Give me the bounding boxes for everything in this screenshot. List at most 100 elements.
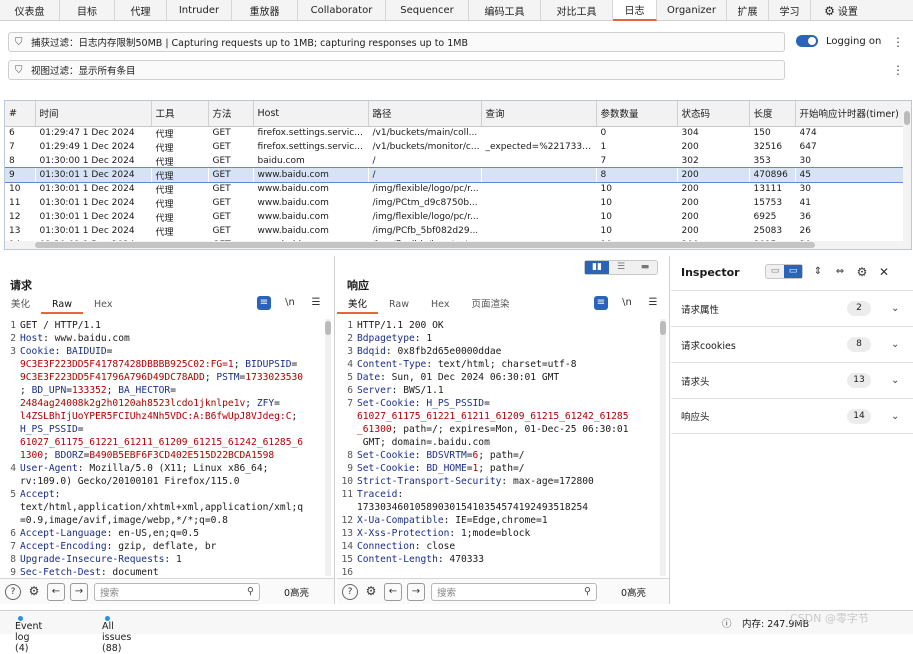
table-row[interactable]: 6 01:29:47 1 Dec 2024 代理 GET firefox.setting… [5,126,910,140]
response-editor[interactable]: 1 HTTP/1.1 200 OK 2 Bdpagetype: 1 3 Bdqid: 0x… [337,319,657,576]
column-header[interactable]: # [5,101,36,127]
section-response-headers[interactable]: 响应头 14 ⌄ [671,398,913,434]
logging-toggle[interactable] [796,35,818,47]
message-actions-icon[interactable]: ≡ [594,296,608,310]
search-input[interactable]: 搜索 ⚲ [94,582,260,601]
section-request-cookies[interactable]: 请求cookies 8 ⌄ [671,326,913,362]
table-cell: 12 [9,212,21,222]
tab-collaborator[interactable]: Collaborator [298,0,386,21]
tab-hex[interactable]: Hex [420,298,460,314]
chevron-down-icon[interactable]: ⌄ [891,411,899,422]
chevron-down-icon[interactable]: ⌄ [891,339,899,350]
previous-match-button[interactable]: ← [47,582,65,601]
gear-icon[interactable]: ⚙ [855,265,869,279]
column-header[interactable]: 开始响应计时器(timer) [795,101,911,127]
single-layout-icon[interactable]: ▬ [633,261,657,274]
all-issues-link[interactable]: All issues (88) [102,616,131,654]
help-icon[interactable]: ? [5,583,21,600]
column-header[interactable]: 工具 [151,101,209,127]
table-cell [481,182,596,196]
tab-target[interactable]: 目标 [60,0,115,21]
column-header[interactable]: 时间 [35,101,152,127]
next-match-button[interactable]: → [70,582,88,601]
logging-label: Logging on [826,36,882,47]
capture-filter-bar[interactable]: ⛉ 捕获过滤：日志内存限制50MB | Capturing requests u… [8,32,785,52]
close-icon[interactable]: ✕ [877,265,891,279]
column-header[interactable]: 路径 [368,101,482,127]
more-options-icon[interactable]: ⋮ [892,35,904,49]
tab-dashboard[interactable]: 仪表盘 [0,0,60,21]
view-filter-bar[interactable]: ⛉ 视图过滤：显示所有条目 [8,60,785,80]
inspector-layout-toggle[interactable]: ▭ ▭ [765,264,803,279]
column-header[interactable]: 长度 [749,101,796,127]
tab-pretty[interactable]: 美化 [0,298,41,314]
table-cell: 10 [600,198,612,208]
code-token: = [291,359,298,370]
table-row[interactable]: 13 01:30:01 1 Dec 2024 代理 GET www.baidu.com /… [5,224,910,238]
search-input[interactable]: 搜索 ⚲ [431,582,597,601]
tab-comparer[interactable]: 对比工具 [541,0,613,21]
settings-button[interactable]: ⚙ 设置 [811,0,871,21]
tab-intruder[interactable]: Intruder [167,0,232,21]
layout-left-icon[interactable]: ▭ [766,265,784,278]
response-scrollbar[interactable] [660,319,666,576]
table-cell: 代理 [155,129,174,140]
table-row[interactable]: 12 01:30:01 1 Dec 2024 代理 GET www.baidu.com /… [5,210,910,224]
layout-right-icon[interactable]: ▭ [784,265,802,278]
code-token: : www.baidu.com [43,333,130,344]
chevron-down-icon[interactable]: ⌄ [891,303,899,314]
tab-decoder[interactable]: 编码工具 [469,0,541,21]
previous-match-button[interactable]: ← [384,582,402,601]
event-log-link[interactable]: Event log (4) [15,616,42,654]
expand-icon[interactable]: ⇕ [811,265,825,279]
section-request-headers[interactable]: 请求头 13 ⌄ [671,362,913,398]
section-request-attributes[interactable]: 请求属性 2 ⌄ [671,290,913,326]
column-header[interactable]: 查询 [481,101,597,127]
table-horizontal-scrollbar[interactable] [5,241,905,249]
table-cell [481,224,596,238]
tab-learn[interactable]: 学习 [769,0,811,21]
tab-organizer[interactable]: Organizer [657,0,727,21]
next-match-button[interactable]: → [407,582,425,601]
search-icon: ⚲ [247,586,254,597]
tab-repeater[interactable]: 重放器 [232,0,298,21]
menu-icon[interactable]: ☰ [646,296,660,310]
code-token: ; [43,450,55,461]
tab-sequencer[interactable]: Sequencer [386,0,469,21]
table-row[interactable]: 11 01:30:01 1 Dec 2024 代理 GET www.baidu.com /… [5,196,910,210]
tab-raw[interactable]: Raw [41,298,83,314]
line-number: 5 [347,372,353,383]
table-row[interactable]: 8 01:30:00 1 Dec 2024 代理 GET baidu.com / 7 302 3… [5,154,910,168]
layout-selector[interactable]: ▮▮ ☰ ▬ [584,260,658,275]
table-row[interactable]: 7 01:29:49 1 Dec 2024 代理 GET firefox.setting… [5,140,910,154]
newline-toggle-icon[interactable]: \n [283,296,297,310]
menu-icon[interactable]: ☰ [309,296,323,310]
column-header[interactable]: Host [253,101,369,127]
message-actions-icon[interactable]: ≡ [257,296,271,310]
newline-toggle-icon[interactable]: \n [620,296,634,310]
stacked-layout-icon[interactable]: ☰ [609,261,633,274]
tab-extensions[interactable]: 扩展 [727,0,769,21]
gear-icon[interactable]: ⚙ [26,584,42,600]
tab-logger[interactable]: 日志 [613,0,657,21]
tab-hex[interactable]: Hex [83,298,123,314]
column-header[interactable]: 参数数量 [596,101,678,127]
tab-raw[interactable]: Raw [378,298,420,314]
table-row[interactable]: 10 01:30:01 1 Dec 2024 代理 GET www.baidu.com /… [5,182,910,196]
side-by-side-layout-icon[interactable]: ▮▮ [585,261,609,274]
column-header[interactable]: 状态码 [677,101,750,127]
tab-pretty[interactable]: 美化 [337,298,379,314]
table-vertical-scrollbar[interactable] [903,101,911,249]
request-scrollbar[interactable] [325,319,331,576]
more-options-icon[interactable]: ⋮ [892,63,904,77]
help-icon[interactable]: ? [342,583,358,600]
column-header[interactable]: 方法 [208,101,254,127]
tab-proxy[interactable]: 代理 [115,0,167,21]
code-token: Sec-Fetch-Dest [20,567,101,576]
gear-icon[interactable]: ⚙ [363,584,379,600]
chevron-down-icon[interactable]: ⌄ [891,375,899,386]
table-row[interactable]: 9 01:30:01 1 Dec 2024 代理 GET www.baidu.com/ 8… [5,167,911,183]
tab-render[interactable]: 页面渲染 [460,298,520,314]
collapse-icon[interactable]: ⇔ [833,265,847,279]
request-editor[interactable]: 1 GET / HTTP/1.1 2 Host: www.baidu.com 3 Cook… [0,319,322,576]
